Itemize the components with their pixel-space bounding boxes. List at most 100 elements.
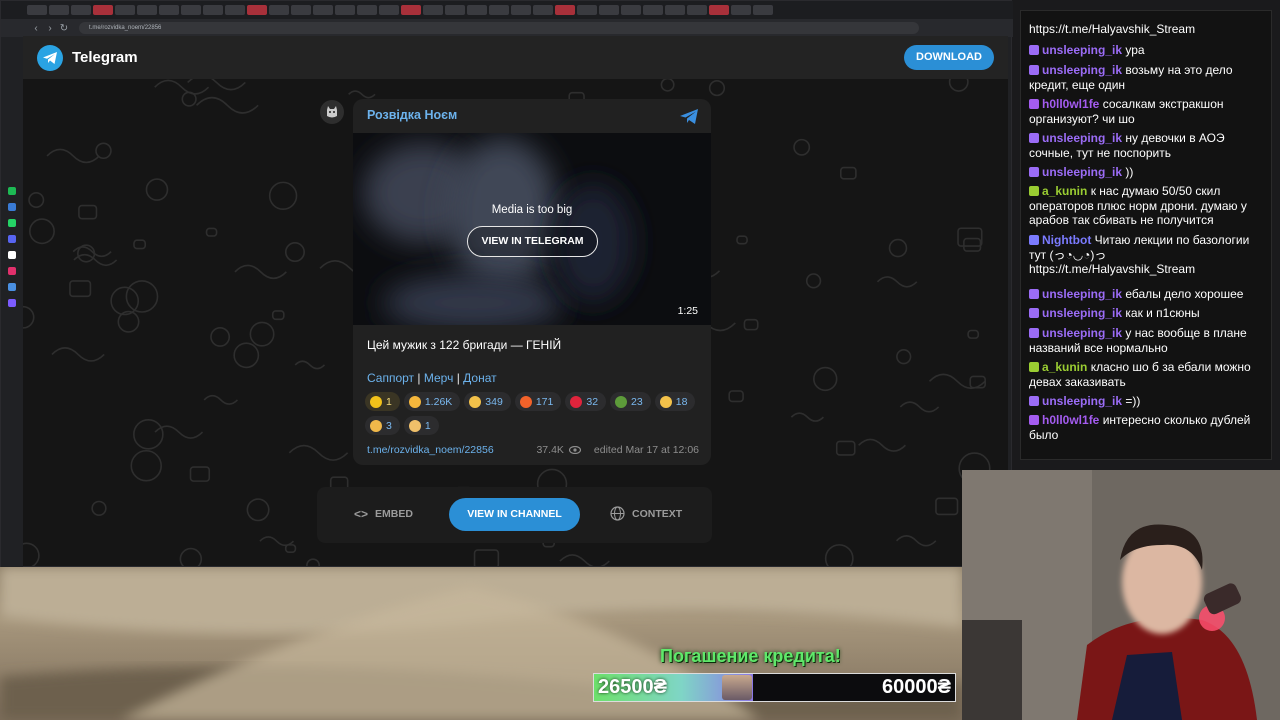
browser-tab[interactable] [599, 5, 619, 15]
chat-username[interactable]: unsleeping_ik [1042, 394, 1122, 408]
code-icon: <> [354, 507, 369, 521]
doodle-shape [249, 321, 275, 347]
browser-tab[interactable] [511, 5, 531, 15]
back-icon[interactable]: ‹ [29, 23, 43, 34]
browser-tab[interactable] [335, 5, 355, 15]
eye-icon [568, 446, 581, 454]
embed-button[interactable]: <> EMBED [354, 507, 413, 521]
download-button[interactable]: DOWNLOAD [904, 45, 994, 70]
doodle-shape [824, 544, 854, 566]
browser-tab[interactable] [49, 5, 69, 15]
chat-username[interactable]: unsleeping_ik [1042, 131, 1122, 145]
doodle-shape [294, 360, 326, 370]
browser-tab[interactable] [753, 5, 773, 15]
browser-tab[interactable] [379, 5, 399, 15]
post-permalink[interactable]: t.me/rozvidka_noem/22856 [367, 444, 494, 456]
browser-tab[interactable] [533, 5, 553, 15]
doodle-shape [78, 204, 98, 220]
video-preview[interactable]: Media is too big VIEW IN TELEGRAM 1:25 [353, 133, 711, 325]
telegram-plane-icon[interactable] [679, 108, 699, 130]
browser-tab[interactable] [225, 5, 245, 15]
reaction-thumbs-up[interactable]: 349 [464, 392, 511, 411]
browser-tab[interactable] [181, 5, 201, 15]
browser-tab[interactable] [555, 5, 575, 15]
browser-tab[interactable] [137, 5, 157, 15]
chat-text: )) [1125, 165, 1134, 179]
chat-username[interactable]: h0ll0wl1fe [1042, 413, 1099, 427]
sidebar-app-icon[interactable] [8, 219, 16, 227]
reaction-grin-face[interactable]: 18 [654, 392, 696, 411]
merch-link[interactable]: Мерч [424, 371, 453, 385]
view-in-channel-button[interactable]: VIEW IN CHANNEL [449, 498, 580, 531]
browser-tab[interactable] [423, 5, 443, 15]
browser-tab[interactable] [27, 5, 47, 15]
browser-tab[interactable] [115, 5, 135, 15]
user-badge-icon [1029, 362, 1039, 372]
sidebar-app-icon[interactable] [8, 187, 16, 195]
view-in-telegram-button[interactable]: VIEW IN TELEGRAM [467, 226, 598, 257]
browser-tab[interactable] [665, 5, 685, 15]
doodle-shape [259, 536, 295, 547]
browser-tab[interactable] [357, 5, 377, 15]
chat-username[interactable]: unsleeping_ik [1042, 287, 1122, 301]
edited-timestamp: edited Mar 17 at 12:06 [593, 444, 699, 456]
doodle-shape [268, 181, 298, 211]
browser-tab[interactable] [269, 5, 289, 15]
reaction-shout-hand[interactable]: 3 [365, 416, 400, 435]
link-separator: | [417, 371, 421, 385]
doodle-shape [288, 444, 349, 461]
reaction-frog[interactable]: 23 [610, 392, 651, 411]
browser-tab[interactable] [489, 5, 509, 15]
doodle-shape [23, 542, 40, 566]
reaction-heart[interactable]: 32 [565, 392, 607, 411]
reaction-fire[interactable]: 171 [514, 392, 562, 411]
sidebar-app-icon[interactable] [8, 267, 16, 275]
chat-username[interactable]: a_kunin [1042, 184, 1087, 198]
browser-tab[interactable] [643, 5, 663, 15]
telegram-logo-icon[interactable] [37, 44, 63, 71]
chat-username[interactable]: a_kunin [1042, 360, 1087, 374]
browser-tab[interactable] [291, 5, 311, 15]
chat-username[interactable]: unsleeping_ik [1042, 326, 1122, 340]
url-field[interactable]: t.me/rozvidka_noem/22856 [79, 22, 919, 34]
channel-name[interactable]: Розвідка Ноєм [367, 108, 457, 122]
context-button[interactable]: CONTEXT [610, 506, 682, 521]
browser-tab[interactable] [247, 5, 267, 15]
browser-tab[interactable] [71, 5, 91, 15]
browser-tab[interactable] [731, 5, 751, 15]
doodle-shape [835, 440, 856, 456]
browser-tab[interactable] [93, 5, 113, 15]
doodle-shape [234, 264, 287, 280]
donate-link[interactable]: Донат [463, 371, 496, 385]
reaction-star[interactable]: 1 [365, 392, 400, 411]
browser-tab[interactable] [709, 5, 729, 15]
forward-icon[interactable]: › [43, 23, 57, 34]
sidebar-app-icon[interactable] [8, 203, 16, 211]
reaction-smile-face[interactable]: 1.26K [403, 392, 461, 411]
chat-username[interactable]: Nightbot [1042, 233, 1091, 247]
browser-tab[interactable] [445, 5, 465, 15]
sidebar-app-icon[interactable] [8, 299, 16, 307]
chat-username[interactable]: unsleeping_ik [1042, 165, 1122, 179]
browser-tab[interactable] [203, 5, 223, 15]
sidebar-app-icon[interactable] [8, 283, 16, 291]
browser-tab[interactable] [687, 5, 707, 15]
browser-tab[interactable] [313, 5, 333, 15]
chat-username[interactable]: unsleeping_ik [1042, 306, 1122, 320]
reload-icon[interactable]: ↻ [57, 23, 71, 34]
channel-avatar[interactable] [320, 100, 344, 124]
chat-username[interactable]: unsleeping_ik [1042, 43, 1122, 57]
sidebar-app-icon[interactable] [8, 251, 16, 259]
browser-tab[interactable] [577, 5, 597, 15]
reaction-middle-finger[interactable]: 1 [403, 416, 439, 435]
chat-username[interactable]: unsleeping_ik [1042, 63, 1122, 77]
browser-tab[interactable] [401, 5, 421, 15]
sidebar-app-icon[interactable] [8, 235, 16, 243]
chat-message: h0ll0wl1fe интересно сколько дублей было [1029, 413, 1267, 442]
support-link[interactable]: Саппорт [367, 371, 414, 385]
browser-tab[interactable] [159, 5, 179, 15]
browser-tab[interactable] [621, 5, 641, 15]
browser-tab[interactable] [467, 5, 487, 15]
doodle-shape [210, 326, 231, 347]
chat-username[interactable]: h0ll0wl1fe [1042, 97, 1099, 111]
